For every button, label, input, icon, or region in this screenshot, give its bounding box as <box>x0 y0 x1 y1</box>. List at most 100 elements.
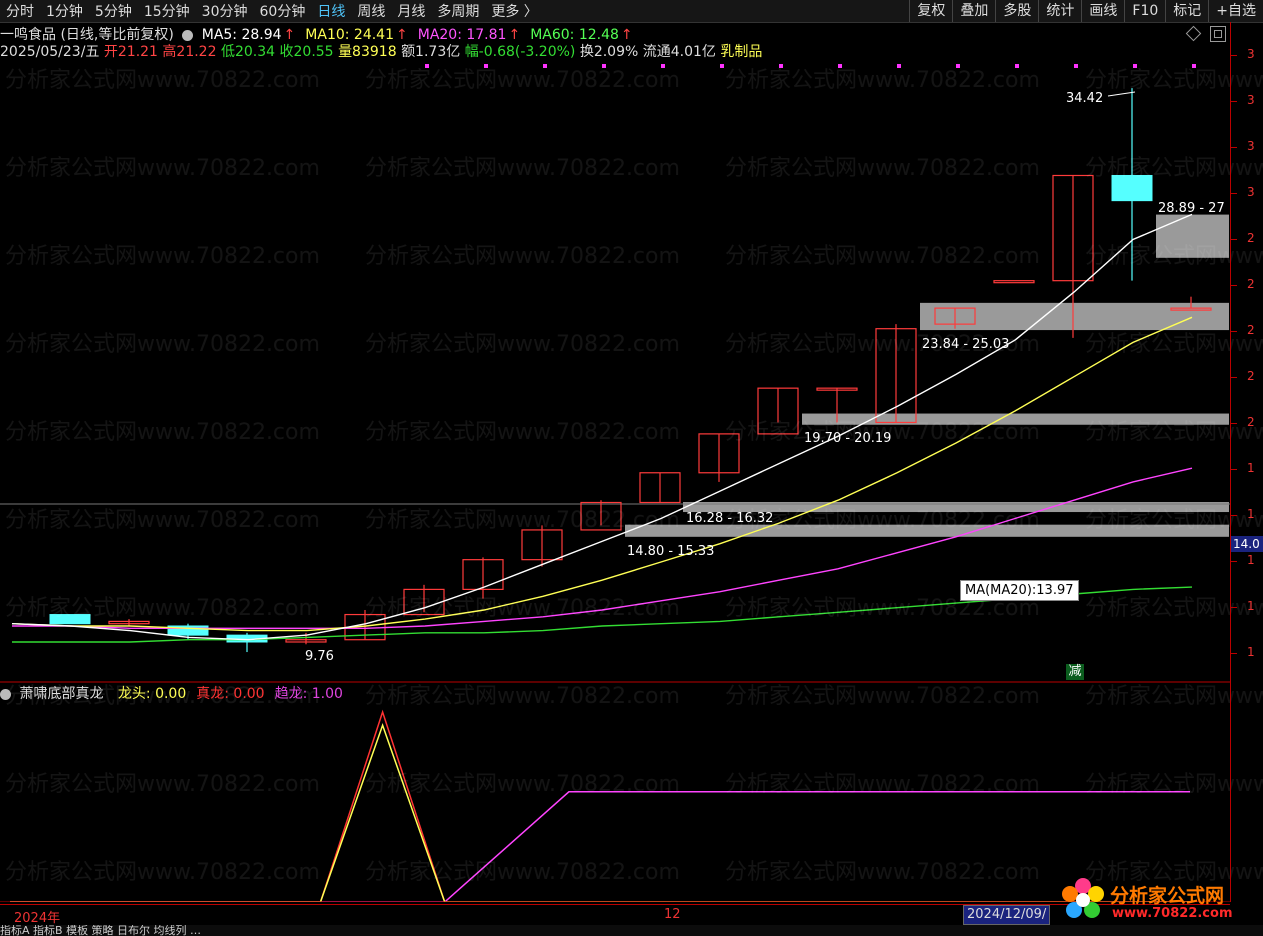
toolbar-button-3[interactable]: 统计 <box>1038 0 1081 22</box>
high-pointer-line <box>1107 91 1136 97</box>
price-scale-label-1: 3 <box>1247 93 1255 107</box>
signal-dot <box>720 64 724 68</box>
price-scale-label-6: 2 <box>1247 323 1255 337</box>
price-scale-label-3: 3 <box>1247 185 1255 199</box>
toolbar-button-0[interactable]: 复权 <box>909 0 952 22</box>
zone-range-label: 14.80 - 15.33 <box>627 544 714 559</box>
low-price-label: 9.76 <box>305 649 334 664</box>
price-scale-tick <box>1231 55 1237 56</box>
candle-layer <box>49 88 1212 653</box>
indicator-name[interactable]: 萧啸底部真龙 <box>19 686 103 702</box>
price-scale-tick <box>1231 607 1237 608</box>
period-tab-3[interactable]: 15分钟 <box>138 1 196 21</box>
period-tab-5[interactable]: 60分钟 <box>254 1 312 21</box>
price-scale-tick <box>1231 561 1237 562</box>
indicator-value-1: 真龙: 0.00 <box>196 686 265 702</box>
reduce-signal-badge: 减 <box>1066 664 1084 680</box>
indicator-layer <box>0 709 1230 902</box>
price-scale-tick <box>1231 101 1237 102</box>
label-layer: 34.42 9.76 28.89 - 27 23.84 - 25.03 19.70 - … <box>305 91 1225 664</box>
cursor-date-box: 2024/12/09/ <box>963 905 1051 925</box>
ma5-line <box>11 213 1193 641</box>
signal-dot <box>1015 64 1019 68</box>
signal-dot <box>602 64 606 68</box>
signal-dot <box>484 64 488 68</box>
qulong-line <box>10 791 1190 902</box>
price-scale-label-2: 3 <box>1247 139 1255 153</box>
signal-dot <box>425 64 429 68</box>
signal-dot <box>1074 64 1078 68</box>
zhenlong-line <box>10 709 1190 902</box>
period-tab-2[interactable]: 5分钟 <box>89 1 138 21</box>
toolbar-button-4[interactable]: 画线 <box>1081 0 1124 22</box>
price-scale-label-5: 2 <box>1247 277 1255 291</box>
period-tabs: 分时 1分钟 5分钟 15分钟 30分钟 60分钟 日线 周线 月线 多周期 更多 〉 <box>0 0 544 22</box>
indicator-values: 龙头: 0.00 真龙: 0.00 趋龙: 1.00 <box>108 686 343 702</box>
price-scale-label-10: 1 <box>1247 507 1255 521</box>
price-scale-label-4: 2 <box>1247 231 1255 245</box>
toolbar-button-5[interactable]: F10 <box>1124 0 1165 22</box>
price-scale-tick <box>1231 285 1237 286</box>
toolbar-button-1[interactable]: 叠加 <box>952 0 995 22</box>
toolbar-button-7[interactable]: +自选 <box>1208 0 1263 22</box>
price-scale-tick <box>1231 423 1237 424</box>
price-scale-label-13: 1 <box>1247 645 1255 659</box>
support-zone <box>1156 214 1229 258</box>
price-scale-tick <box>1231 653 1237 654</box>
candle-body-up <box>993 280 1035 284</box>
signal-dot <box>779 64 783 68</box>
price-scale-label-12: 1 <box>1247 599 1255 613</box>
indicator-menu-icon[interactable] <box>0 688 11 700</box>
indicator-title: 萧啸底部真龙 龙头: 0.00 真龙: 0.00 趋龙: 1.00 <box>0 683 343 703</box>
indicator-value-0: 龙头: 0.00 <box>117 686 187 702</box>
period-tab-7[interactable]: 周线 <box>351 1 391 21</box>
period-tab-8[interactable]: 月线 <box>391 1 431 21</box>
signal-dot <box>897 64 901 68</box>
ma20-line <box>12 467 1193 629</box>
support-zone <box>625 524 1229 537</box>
longtou-line <box>10 723 1190 902</box>
support-zone <box>802 413 1229 425</box>
period-tab-4[interactable]: 30分钟 <box>196 1 254 21</box>
zone-range-label: 16.28 - 16.32 <box>686 511 773 526</box>
price-scale-label-0: 3 <box>1247 47 1255 61</box>
signal-dot <box>543 64 547 68</box>
toolbar-button-2[interactable]: 多股 <box>995 0 1038 22</box>
toolbar-button-6[interactable]: 标记 <box>1165 0 1208 22</box>
zone-layer <box>625 214 1229 537</box>
bottom-tab-strip[interactable]: 指标A 指标B 模板 策略 日布尔 均线列 … <box>0 925 1263 936</box>
flower-logo-icon <box>1062 878 1104 918</box>
period-tab-6[interactable]: 日线 <box>311 1 351 21</box>
price-scale-tick <box>1231 515 1237 516</box>
zone-range-label: 19.70 - 20.19 <box>804 431 891 446</box>
price-scale-label-11: 1 <box>1247 553 1255 567</box>
zone-range-label: 28.89 - 27 <box>1158 201 1225 216</box>
year-label: 2024年 <box>14 911 61 926</box>
ma20-tooltip: MA(MA20):13.97 <box>960 580 1079 601</box>
price-scale-tick <box>1231 331 1237 332</box>
signal-dot <box>956 64 960 68</box>
signal-dot <box>1192 64 1196 68</box>
support-zone <box>920 302 1229 331</box>
signal-dot <box>1133 64 1137 68</box>
candle-body-down <box>1111 174 1153 202</box>
period-tab-0[interactable]: 分时 <box>0 1 40 21</box>
price-scale-label-8: 2 <box>1247 415 1255 429</box>
period-tab-9[interactable]: 多周期 <box>431 1 485 21</box>
price-scale-tick <box>1231 239 1237 240</box>
period-tab-10[interactable]: 更多 〉 <box>485 1 543 21</box>
price-scale-tick <box>1231 469 1237 470</box>
price-scale-tick <box>1231 147 1237 148</box>
signal-dot <box>838 64 842 68</box>
price-scale-label-9: 1 <box>1247 461 1255 475</box>
period-tab-1[interactable]: 1分钟 <box>40 1 89 21</box>
price-scale-tick <box>1231 377 1237 378</box>
high-price-label: 34.42 <box>1066 91 1103 106</box>
indicator-value-2: 趋龙: 1.00 <box>274 686 343 702</box>
price-scale-label-7: 2 <box>1247 369 1255 383</box>
decoration-layer <box>425 64 1196 68</box>
toolbar-buttons: 复权 叠加 多股 统计 画线 F10 标记 +自选 <box>909 0 1263 22</box>
candlestick-chart[interactable]: 34.42 9.76 28.89 - 27 23.84 - 25.03 19.70 - … <box>0 22 1230 902</box>
month-label: 12 <box>664 907 681 922</box>
candle-body-down <box>49 614 91 625</box>
